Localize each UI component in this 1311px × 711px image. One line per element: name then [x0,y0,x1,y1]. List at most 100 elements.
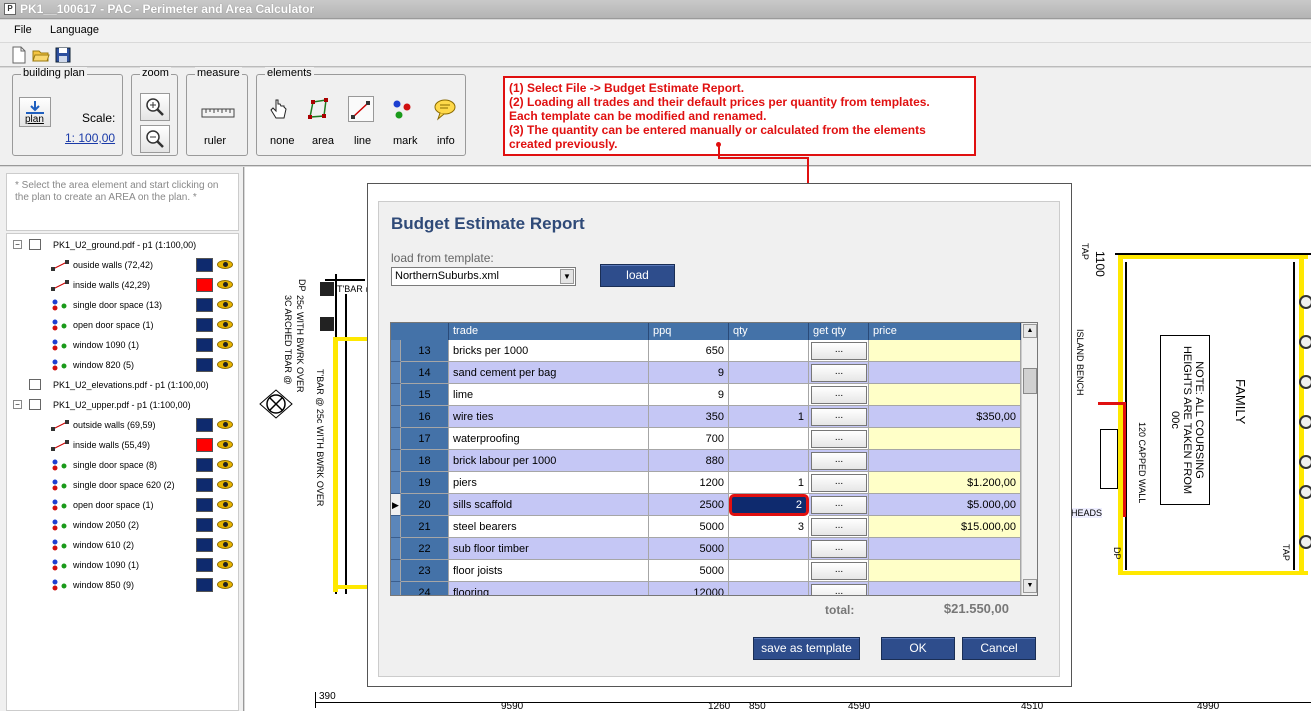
row-selector[interactable] [391,340,401,362]
tree-collapse-toggle[interactable]: − [13,400,22,409]
get-qty-button[interactable]: ... [811,474,867,492]
get-qty-button[interactable]: ... [811,540,867,558]
color-swatch[interactable] [196,518,213,532]
visibility-eye-icon[interactable] [217,420,233,429]
visibility-eye-icon[interactable] [217,280,233,289]
line-tool-icon[interactable] [348,96,374,122]
hand-pointer-icon[interactable] [267,97,289,123]
row-selector[interactable] [391,406,401,428]
row-selector[interactable] [391,472,401,494]
visibility-eye-icon[interactable] [217,500,233,509]
cell-qty[interactable]: 1 [729,472,809,494]
visibility-eye-icon[interactable] [217,320,233,329]
get-qty-button[interactable]: ... [811,408,867,426]
tree-element-row[interactable]: window 2050 (2) [7,517,239,533]
cell-qty[interactable] [729,384,809,406]
visibility-eye-icon[interactable] [217,580,233,589]
color-swatch[interactable] [196,338,213,352]
visibility-eye-icon[interactable] [217,540,233,549]
get-qty-button[interactable]: ... [811,562,867,580]
element-mark-label[interactable]: mark [393,135,417,147]
tree-element-row[interactable]: outside walls (69,59) [7,417,239,433]
tree-element-row[interactable]: window 820 (5) [7,357,239,373]
color-swatch[interactable] [196,258,213,272]
get-qty-button[interactable]: ... [811,518,867,536]
element-area-label[interactable]: area [312,135,334,147]
row-selector[interactable] [391,538,401,560]
tree-element-row[interactable]: inside walls (55,49) [7,437,239,453]
visibility-eye-icon[interactable] [217,520,233,529]
zoom-in-button[interactable] [140,93,170,121]
tree-element-row[interactable]: window 1090 (1) [7,337,239,353]
color-swatch[interactable] [196,318,213,332]
column-header-trade[interactable]: trade [449,323,649,340]
visibility-eye-icon[interactable] [217,360,233,369]
get-qty-button[interactable]: ... [811,430,867,448]
menu-file[interactable]: File [14,24,32,36]
visibility-eye-icon[interactable] [217,480,233,489]
tree-element-row[interactable]: window 1090 (1) [7,557,239,573]
info-speech-icon[interactable] [433,97,457,121]
row-selector[interactable] [391,450,401,472]
tree-file-row[interactable]: − PK1_U2_upper.pdf - p1 (1:100,00) [7,397,239,413]
get-qty-button[interactable]: ... [811,584,867,595]
cell-qty[interactable] [729,538,809,560]
visibility-eye-icon[interactable] [217,300,233,309]
row-selector[interactable] [391,582,401,595]
get-qty-button[interactable]: ... [811,452,867,470]
tree-element-row[interactable]: single door space (13) [7,297,239,313]
visibility-eye-icon[interactable] [217,460,233,469]
cell-qty[interactable]: 1 [729,406,809,428]
save-as-template-button[interactable]: save as template [753,637,860,660]
color-swatch[interactable] [196,478,213,492]
color-swatch[interactable] [196,298,213,312]
ruler-icon[interactable] [200,105,236,121]
row-selector[interactable] [391,560,401,582]
new-file-icon[interactable] [10,46,28,64]
element-info-label[interactable]: info [437,135,455,147]
color-swatch[interactable] [196,438,213,452]
visibility-eye-icon[interactable] [217,260,233,269]
cell-qty[interactable] [729,582,809,595]
cell-qty[interactable]: 2 [729,494,809,516]
column-header-get-qty[interactable]: get qty [809,323,869,340]
table-row[interactable]: ▶ 20 sills scaffold 2500 2... $5.000,00 [391,494,1021,516]
row-selector[interactable] [391,362,401,384]
open-folder-icon[interactable] [32,46,50,64]
tree-element-row[interactable]: ouside walls (72,42) [7,257,239,273]
grid-header-corner[interactable] [391,323,449,340]
mark-dots-icon[interactable] [391,97,413,121]
column-header-price[interactable]: price [869,323,1021,340]
table-row[interactable]: 18 brick labour per 1000 880... [391,450,1021,472]
tree-element-row[interactable]: window 610 (2) [7,537,239,553]
tree-collapse-toggle[interactable]: − [13,240,22,249]
table-row[interactable]: 19 piers 1200 1... $1.200,00 [391,472,1021,494]
get-qty-button[interactable]: ... [811,364,867,382]
table-row[interactable]: 21 steel bearers 5000 3... $15.000,00 [391,516,1021,538]
column-header-ppq[interactable]: ppq [649,323,729,340]
visibility-eye-icon[interactable] [217,560,233,569]
tree-element-row[interactable]: open door space (1) [7,317,239,333]
row-selector[interactable] [391,428,401,450]
tree-element-row[interactable]: single door space (8) [7,457,239,473]
tree-file-row[interactable]: − PK1_U2_ground.pdf - p1 (1:100,00) [7,237,239,253]
table-row[interactable]: 14 sand cement per bag 9... [391,362,1021,384]
template-select[interactable]: NorthernSuburbs.xml ▼ [391,267,576,286]
ok-button[interactable]: OK [881,637,955,660]
visibility-eye-icon[interactable] [217,340,233,349]
color-swatch[interactable] [196,278,213,292]
save-disk-icon[interactable] [54,46,72,64]
row-selector[interactable] [391,516,401,538]
color-swatch[interactable] [196,498,213,512]
zoom-out-button[interactable] [140,125,170,153]
table-row[interactable]: 15 lime 9... [391,384,1021,406]
tree-element-row[interactable]: window 850 (9) [7,577,239,593]
get-qty-button[interactable]: ... [811,386,867,404]
chevron-down-icon[interactable]: ▼ [560,269,574,284]
color-swatch[interactable] [196,418,213,432]
table-row[interactable]: 24 flooring 12000... [391,582,1021,595]
tree-element-row[interactable]: inside walls (42,29) [7,277,239,293]
tree-element-row[interactable]: open door space (1) [7,497,239,513]
table-row[interactable]: 13 bricks per 1000 650... [391,340,1021,362]
tree-file-row[interactable]: PK1_U2_elevations.pdf - p1 (1:100,00) [7,377,239,393]
